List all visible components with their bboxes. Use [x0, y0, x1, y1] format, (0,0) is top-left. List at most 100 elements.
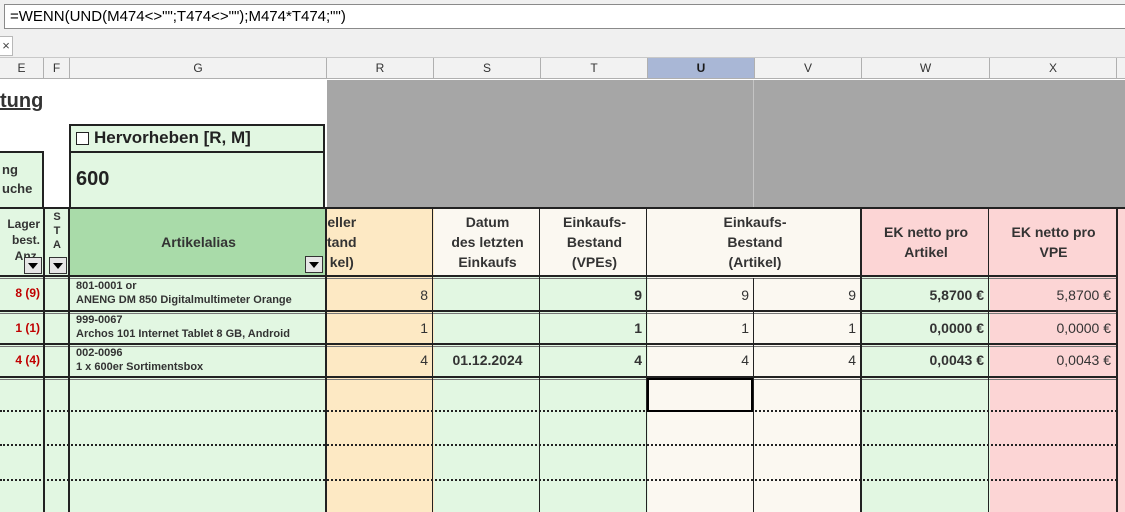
- row-rule: [0, 379, 1117, 380]
- u-cell: 4: [741, 352, 749, 368]
- sheet-tab-bar: [0, 33, 1125, 58]
- sta-header-a: A: [53, 239, 61, 251]
- table-row[interactable]: 1 (1) 999-0067 Archos 101 Internet Table…: [0, 313, 1125, 345]
- row-rule: [0, 278, 1117, 279]
- artikel-id: 801-0001 or: [76, 280, 137, 292]
- t-cell: 1: [634, 320, 642, 336]
- lager-header-line-2: best.: [11, 233, 40, 247]
- lager-cell: 1 (1): [15, 321, 40, 335]
- artikel-cell: 002-0096 1 x 600er Sortimentsbox: [76, 346, 326, 374]
- t-header: Einkaufs- Bestand (VPEs): [541, 208, 648, 276]
- search-label-2: uche: [2, 181, 33, 196]
- t-header-text: Einkaufs- Bestand (VPEs): [563, 212, 626, 272]
- t-header-line-2: Bestand: [566, 234, 623, 250]
- u-cell: 1: [741, 320, 749, 336]
- row-rule: [0, 207, 1125, 209]
- row-rule: [0, 313, 1117, 314]
- artikelalias-header: Artikelalias: [70, 208, 327, 276]
- search-label-1: ng: [2, 162, 18, 177]
- sta-filter-dropdown-icon[interactable]: [49, 257, 67, 274]
- r-header-line-1: eller: [327, 214, 357, 230]
- col-rule: [432, 208, 433, 512]
- artikel-name: Archos 101 Internet Tablet 8 GB, Android: [76, 328, 290, 340]
- column-header-e[interactable]: E: [0, 58, 44, 78]
- gray-header-block: [327, 80, 1125, 208]
- r-filter-dropdown-icon[interactable]: [305, 256, 323, 273]
- r-cell: 4: [420, 352, 428, 368]
- checkbox-icon[interactable]: [76, 132, 89, 145]
- col-rule: [753, 278, 754, 512]
- table-row[interactable]: 4 (4) 002-0096 1 x 600er Sortimentsbox 4…: [0, 346, 1125, 378]
- row-rule: [0, 444, 1117, 446]
- col-rule: [860, 208, 862, 512]
- v-cell: 4: [848, 352, 856, 368]
- w-header-text: EK netto pro Artikel: [884, 222, 968, 262]
- column-header-t[interactable]: T: [541, 58, 648, 78]
- row-rule: [0, 275, 1117, 277]
- column-header-next[interactable]: [1117, 58, 1125, 78]
- column-header-s[interactable]: S: [434, 58, 541, 78]
- col-rule: [646, 208, 647, 512]
- uv-header-line-2: Bestand: [727, 234, 783, 250]
- column-header-f[interactable]: F: [44, 58, 70, 78]
- sta-header-text: S T A: [44, 210, 70, 252]
- formula-input[interactable]: =WENN(UND(M474<>"";T474<>"");M474*T474;"…: [4, 4, 1125, 29]
- col-rule: [68, 208, 70, 512]
- artikel-name: ANENG DM 850 Digitalmultimeter Orange: [76, 294, 292, 306]
- column-header-w[interactable]: W: [862, 58, 990, 78]
- x-header-text: EK netto pro VPE: [1012, 222, 1096, 262]
- sta-header-t: T: [53, 225, 61, 237]
- table-row[interactable]: 8 (9) 801-0001 or ANENG DM 850 Digitalmu…: [0, 278, 1125, 312]
- col-rule: [43, 208, 45, 512]
- col-rule: [325, 208, 327, 512]
- s-header-line-2: des letzten: [451, 234, 524, 250]
- column-header-g[interactable]: G: [70, 58, 327, 78]
- row-rule: [0, 343, 1117, 345]
- r-header-line-3: kel): [329, 254, 354, 270]
- row-rule: [0, 410, 1117, 412]
- search-box[interactable]: [0, 151, 44, 208]
- x-header: EK netto pro VPE: [990, 208, 1117, 276]
- uv-header-text: Einkaufs- Bestand (Artikel): [723, 212, 786, 272]
- r-cell: 8: [420, 287, 428, 303]
- u-cell: 9: [741, 287, 749, 303]
- selected-cell[interactable]: [647, 378, 753, 412]
- column-header-r[interactable]: R: [327, 58, 434, 78]
- artikel-id: 002-0096: [76, 347, 123, 359]
- x-cell: 0,0000 €: [1056, 320, 1112, 336]
- artikel-id: 999-0067: [76, 314, 123, 326]
- uv-header-line-3: (Artikel): [728, 254, 782, 270]
- lager-header-line-1: Lager: [7, 217, 40, 231]
- uv-header-line-1: Einkaufs-: [723, 214, 787, 230]
- x-cell: 5,8700 €: [1056, 287, 1112, 303]
- sta-header-s: S: [53, 211, 61, 223]
- uv-header: Einkaufs- Bestand (Artikel): [648, 208, 862, 276]
- col-rule: [539, 208, 540, 512]
- r-cell: 1: [420, 320, 428, 336]
- row-rule: [0, 346, 1117, 347]
- s-header-line-3: Einkaufs: [458, 254, 517, 270]
- column-header-x[interactable]: X: [990, 58, 1117, 78]
- t-header-line-1: Einkaufs-: [562, 214, 626, 230]
- w-header: EK netto pro Artikel: [862, 208, 990, 276]
- close-icon[interactable]: ×: [0, 36, 13, 56]
- highlight-value[interactable]: 600: [76, 168, 109, 191]
- lager-filter-dropdown-icon[interactable]: [24, 257, 42, 274]
- column-header-v[interactable]: V: [755, 58, 862, 78]
- v-cell: 1: [848, 320, 856, 336]
- s-header-line-1: Datum: [465, 214, 510, 230]
- row-rule: [0, 310, 1117, 312]
- t-cell: 9: [634, 287, 642, 303]
- w-cell: 5,8700 €: [929, 287, 985, 303]
- r-header: eller tand kel): [327, 208, 434, 276]
- r-header-line-2: tand: [327, 234, 357, 250]
- w-header-line-1: EK netto pro: [884, 224, 968, 240]
- x-cell: 0,0043 €: [1056, 352, 1112, 368]
- v-cell: 9: [848, 287, 856, 303]
- t-header-line-3: (VPEs): [571, 254, 618, 270]
- artikelalias-header-label: Artikelalias: [161, 234, 236, 250]
- row-rule: [0, 376, 1117, 378]
- column-header-row: E F G R S T U V W X: [0, 58, 1125, 79]
- column-header-u[interactable]: U: [648, 58, 755, 78]
- gray-divider: [753, 80, 754, 208]
